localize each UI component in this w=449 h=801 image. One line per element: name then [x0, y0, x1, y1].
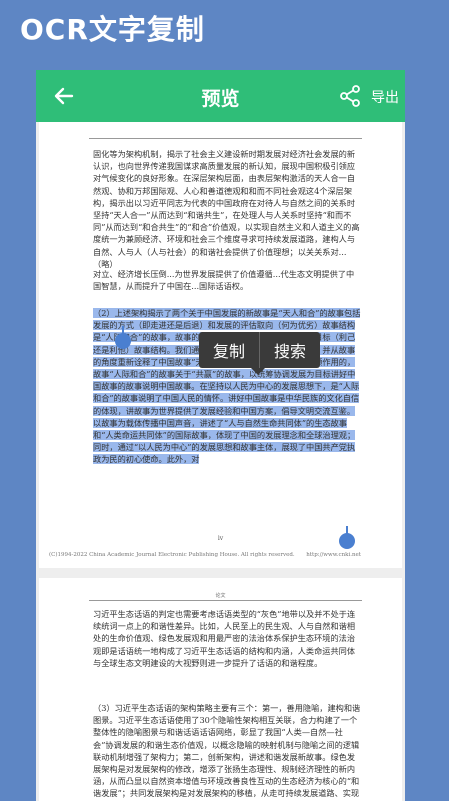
paragraph-1: 习近平生态话语的判定也需要考虑话语类型的“灰色”地带以及并不处于连续统词一点上的… — [93, 609, 356, 668]
search-button[interactable]: 搜索 — [260, 338, 320, 362]
phone-screen: 预览 导出 固化等为架构机制，揭示了社会主义建设新时期发展对经济社会发展的新认识… — [36, 70, 405, 801]
menu-pointer — [251, 368, 265, 375]
paragraph-3[interactable]: （2）上述架构揭示了两个关于中国发展的新故事是“天人和合”的故事包括发展的方式（… — [93, 307, 362, 466]
export-button[interactable]: 导出 — [371, 87, 399, 107]
paragraph-2: （3）习近平生态话语的架构策略主要有三个：第一，善用隐喻，建构和谐图景。习近平生… — [93, 703, 361, 801]
header-rule — [89, 138, 362, 139]
paragraph-1: 固化等为架构机制，揭示了社会主义建设新时期发展对经济社会发展的新认识，也向世界传… — [93, 149, 360, 269]
footer-copyright: (C)1994-2022 China Academic Journal Elec… — [49, 552, 295, 558]
page-header: 论文 — [215, 593, 226, 599]
selection-end-handle[interactable] — [338, 526, 356, 550]
top-bar: 预览 导出 — [36, 70, 405, 122]
footer-url: http://www.cnki.net — [306, 552, 361, 558]
selection-start-handle[interactable] — [114, 326, 132, 350]
app-banner-title: OCR文字复制 — [20, 13, 205, 46]
copy-button[interactable]: 复制 — [199, 338, 259, 362]
text-selection-menu: 复制 搜索 — [199, 332, 321, 368]
header-rule — [89, 600, 362, 601]
document-page-2: 论文 习近平生态话语的判定也需要考虑话语类型的“灰色”地带以及并不处于连续统词一… — [39, 578, 402, 801]
paragraph-2-plain: 对立、经济增长压倒...为世界发展提供了价值遵循...代生态文明提供了中国智慧，… — [93, 269, 355, 292]
share-icon[interactable] — [339, 85, 361, 107]
